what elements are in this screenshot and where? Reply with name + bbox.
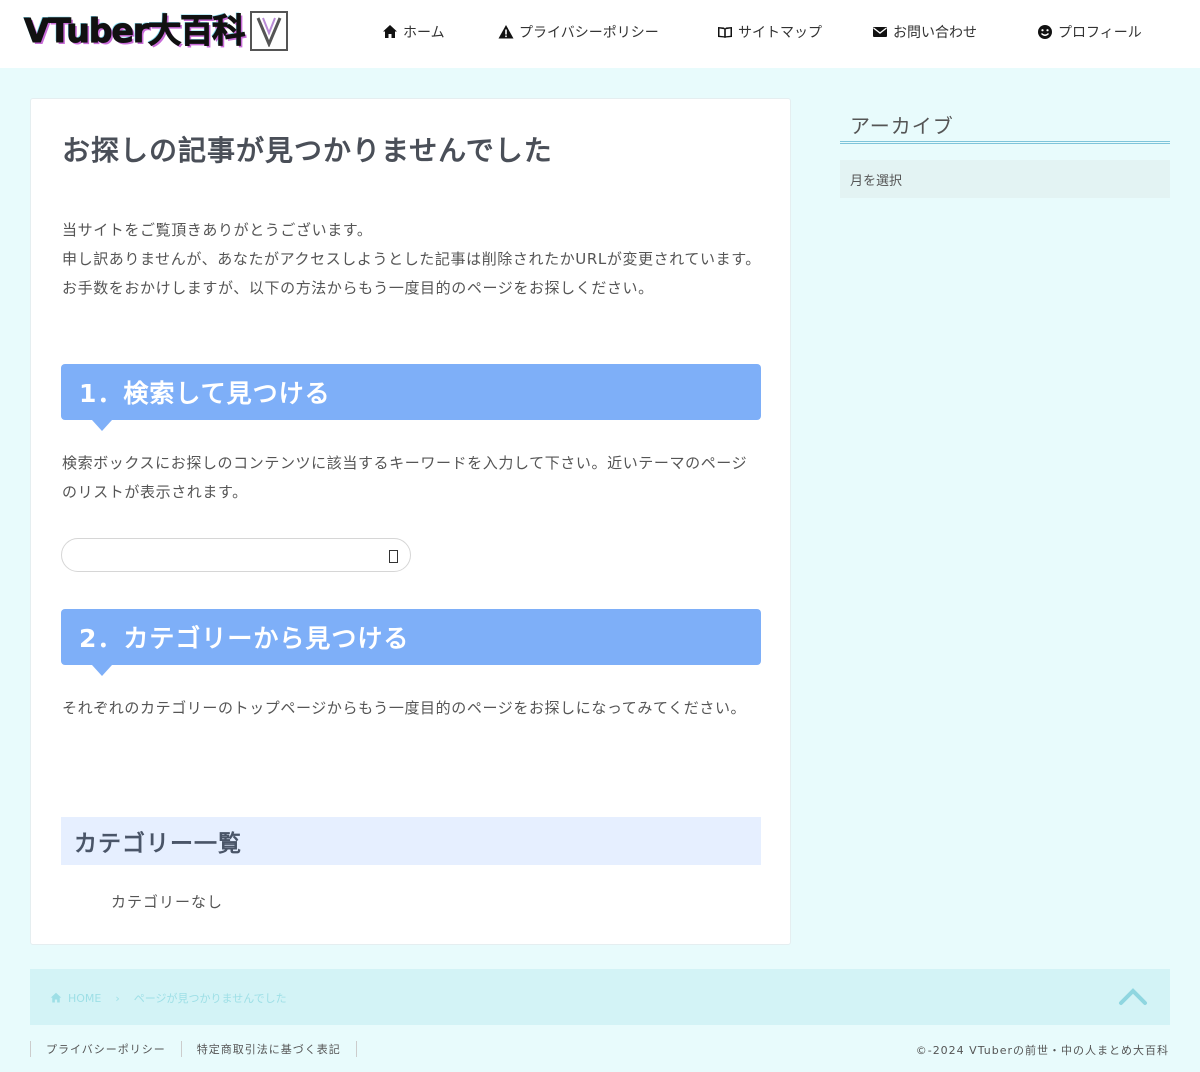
nav-label: ホーム	[403, 25, 445, 41]
nav-label: プロフィール	[1058, 25, 1142, 41]
search-button[interactable]	[386, 548, 400, 564]
search-form	[61, 538, 411, 572]
section1-text: 検索ボックスにお探しのコンテンツに該当するキーワードを入力して下さい。近いテーマ…	[62, 454, 748, 501]
nav-item-profile[interactable]: プロフィール	[1037, 20, 1142, 44]
section2-text: それぞれのカテゴリーのトップページからもう一度目的のページをお探しになってみてく…	[62, 699, 747, 717]
intro-line-2: 申し訳ありませんが、あなたがアクセスしようとした記事は削除されたかURLが変更さ…	[62, 250, 761, 297]
site-logo[interactable]: VTuber大百科	[23, 10, 289, 52]
nav-label: お問い合わせ	[893, 25, 977, 41]
footer-nav: プライバシーポリシー 特定商取引法に基づく表記	[30, 1040, 357, 1058]
archive-widget-title: アーカイブ	[840, 110, 1170, 144]
smile-icon	[1038, 25, 1052, 39]
nav-item-contact[interactable]: お問い合わせ	[872, 20, 977, 44]
home-icon	[50, 992, 62, 1003]
no-category-text: カテゴリーなし	[111, 893, 224, 911]
category-list-heading: カテゴリー一覧	[61, 817, 761, 865]
archive-select-value: 月を選択	[850, 173, 903, 189]
intro-line-1: 当サイトをご覧頂きありがとうございます。	[62, 221, 373, 239]
section1-heading: 1．検索して見つける	[61, 364, 761, 431]
logo-text: VTuber大百科	[23, 11, 245, 51]
back-to-top-button[interactable]	[1118, 983, 1148, 1009]
intro-text: 当サイトをご覧頂きありがとうございます。 申し訳ありませんが、あなたがアクセスし…	[62, 216, 762, 303]
chevron-right-icon: ›	[115, 991, 120, 1005]
search-icon	[388, 549, 398, 563]
breadcrumb-current: ページが見つかりませんでした	[133, 992, 287, 1005]
main-content: お探しの記事が見つかりませんでした 当サイトをご覧頂きありがとうございます。 申…	[30, 98, 791, 945]
search-input[interactable]	[76, 545, 376, 565]
archive-month-select[interactable]: 月を選択	[840, 160, 1170, 198]
warning-icon	[498, 25, 514, 39]
home-icon	[383, 25, 397, 38]
breadcrumb: HOME › ページが見つかりませんでした	[50, 990, 287, 1006]
site-header: VTuber大百科 ホーム プライバシーポリシー サイトマップ お問い合わせ プ…	[0, 0, 1200, 68]
nav-label: サイトマップ	[738, 25, 822, 41]
nav-item-home[interactable]: ホーム	[382, 20, 445, 44]
breadcrumb-bar: HOME › ページが見つかりませんでした	[30, 969, 1170, 1025]
footer-link-privacy[interactable]: プライバシーポリシー	[30, 1041, 181, 1057]
logo-v-mark-icon	[250, 11, 289, 51]
footer-link-tokushoho[interactable]: 特定商取引法に基づく表記	[180, 1041, 357, 1057]
nav-item-sitemap[interactable]: サイトマップ	[717, 20, 822, 44]
copyright: ©-2024 VTuberの前世・中の人まとめ大百科	[915, 1044, 1169, 1057]
book-icon	[718, 27, 732, 38]
envelope-icon	[873, 27, 887, 37]
nav-item-privacy[interactable]: プライバシーポリシー	[498, 20, 659, 44]
breadcrumb-home[interactable]: HOME	[68, 992, 101, 1005]
chevron-up-icon	[1119, 988, 1147, 1005]
section2-heading: 2．カテゴリーから見つける	[61, 609, 761, 676]
page-title: お探しの記事が見つかりませんでした	[62, 134, 553, 167]
nav-label: プライバシーポリシー	[519, 25, 659, 41]
